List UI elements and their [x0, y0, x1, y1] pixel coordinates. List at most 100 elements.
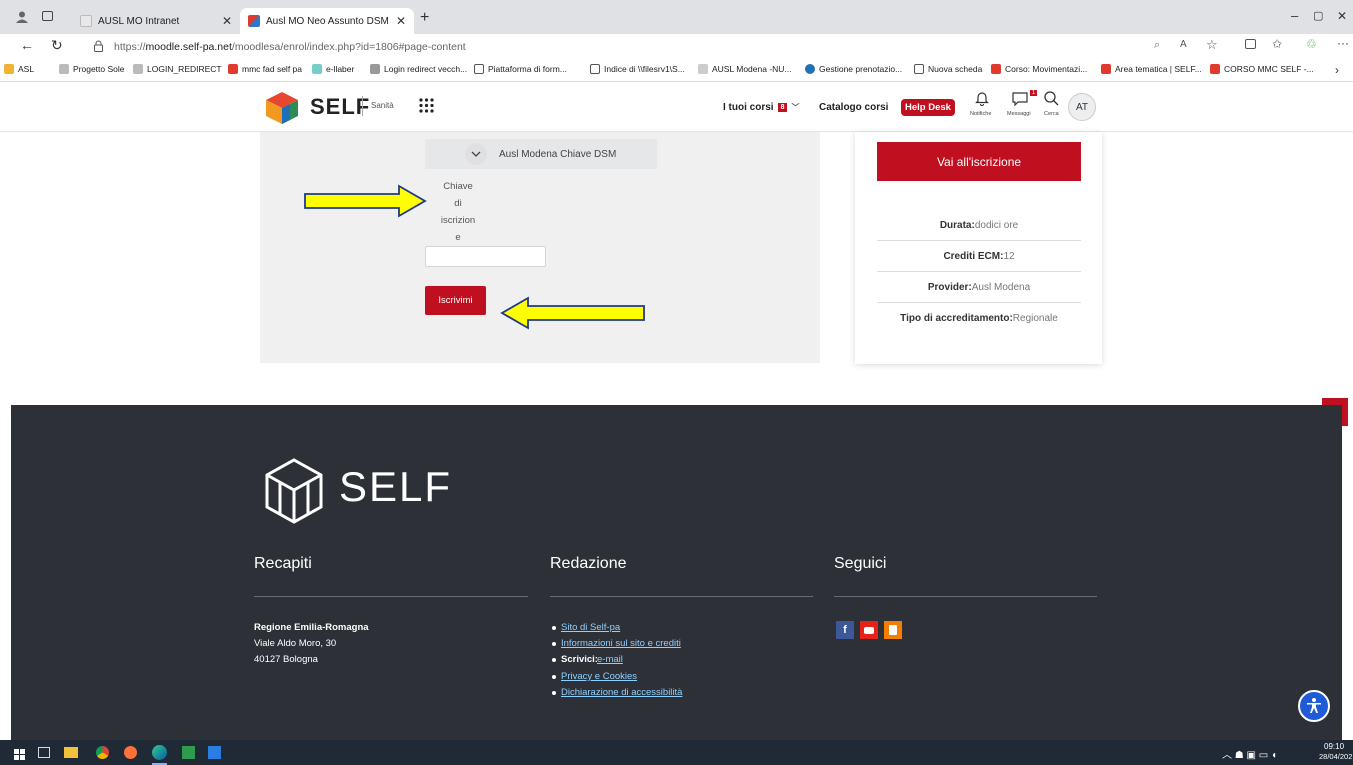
bookmark-item[interactable]: Login redirect vecch... — [370, 64, 467, 74]
chat-icon[interactable] — [1012, 92, 1030, 107]
bookmark-item[interactable]: Nuova scheda — [914, 64, 982, 74]
catalog-link[interactable]: Catalogo corsi — [819, 102, 888, 113]
star-icon[interactable]: ☆ — [1206, 37, 1218, 53]
refresh-icon[interactable]: ↻ — [51, 37, 63, 54]
search-icon[interactable] — [1043, 90, 1059, 106]
start-icon[interactable] — [14, 747, 25, 760]
favorites-icon[interactable]: ✩ — [1272, 37, 1282, 51]
tab-ausl-intranet[interactable]: AUSL MO Intranet ✕ — [72, 8, 240, 34]
enrol-method-title: Ausl Modena Chiave DSM — [499, 148, 617, 160]
bookmark-item[interactable]: Piattaforma di form... — [474, 64, 567, 74]
bookmark-item[interactable]: Area tematica | SELF... — [1101, 64, 1202, 74]
bookmark-item[interactable]: Gestione prenotazio... — [805, 64, 902, 74]
bookmark-item[interactable]: Progetto Sole — [59, 64, 125, 74]
back-icon[interactable]: ← — [20, 37, 34, 53]
enrol-submit-button[interactable]: Iscrivimi — [425, 286, 486, 315]
browser-tab-strip: AUSL MO Intranet ✕ Ausl MO Neo Assunto D… — [0, 0, 1353, 34]
tab-manager-icon[interactable] — [42, 11, 53, 21]
apps-grid-icon[interactable] — [419, 98, 434, 113]
close-window-icon[interactable]: ✕ — [1337, 9, 1347, 23]
blog-icon[interactable] — [884, 621, 902, 639]
tab-self-course[interactable]: Ausl MO Neo Assunto DSM BASE ✕ — [240, 8, 414, 34]
bullet — [552, 675, 556, 679]
divider — [834, 596, 1097, 597]
tab-title: AUSL MO Intranet — [98, 15, 180, 27]
messages-label: Messaggi — [1007, 111, 1031, 117]
footer-brand: SELF — [339, 463, 453, 510]
self-favicon-icon — [228, 64, 238, 74]
link-icon — [312, 64, 322, 74]
divider — [254, 596, 528, 597]
split-icon[interactable] — [1245, 39, 1256, 49]
url-field[interactable]: https://moodle.self-pa.net/moodlesa/enro… — [84, 36, 1144, 58]
bookmark-item[interactable]: ASL — [4, 64, 34, 74]
self-favicon-icon — [248, 15, 260, 27]
url-path: /moodlesa/enrol/index.php?id=1806#page-c… — [231, 41, 466, 53]
accessibility-icon[interactable] — [1298, 690, 1330, 722]
bookmark-item[interactable]: mmc fad self pa — [228, 64, 302, 74]
self-favicon-icon — [1210, 64, 1220, 74]
bullet — [552, 658, 556, 662]
course-detail-row: Durata:dodici ore — [877, 210, 1081, 241]
footer-link-email[interactable]: e-mail — [597, 654, 623, 665]
footer-link-self-pa[interactable]: Sito di Self-pa — [561, 622, 620, 633]
bell-icon[interactable] — [975, 90, 989, 106]
go-to-enrol-button[interactable]: Vai all'iscrizione — [877, 142, 1081, 181]
bookmark-item[interactable]: AUSL Modena -NU... — [698, 64, 792, 74]
chevron-down-icon: ﹀ — [791, 103, 800, 112]
self-logo-icon[interactable] — [264, 90, 300, 126]
intranet-favicon-icon — [80, 15, 92, 27]
system-tray-icons[interactable]: ︿ ☗ ▣ ▭ ◖ — [1222, 746, 1277, 761]
extensions-icon[interactable]: ♲ — [1306, 37, 1317, 51]
self-footer-logo-icon — [264, 457, 324, 525]
logo-divider — [362, 96, 363, 116]
avatar[interactable]: AT — [1068, 93, 1096, 121]
my-courses-menu[interactable]: I tuoi corsi 8 ﹀ — [723, 102, 799, 113]
url-host: moodle.self-pa.net — [145, 41, 232, 53]
footer-link-info[interactable]: Informazioni sul sito e crediti — [561, 638, 681, 649]
follow-heading: Seguici — [834, 555, 887, 572]
task-view-icon[interactable] — [38, 747, 50, 758]
file-explorer-icon[interactable] — [64, 747, 78, 758]
bookmark-item[interactable]: Corso: Movimentazi... — [991, 64, 1087, 74]
chrome-icon[interactable] — [96, 746, 109, 759]
link-icon — [698, 64, 708, 74]
bullet — [552, 626, 556, 630]
app-icon[interactable] — [208, 746, 221, 759]
bookmark-item[interactable]: Indice di \\filesrv1\S... — [590, 64, 685, 74]
close-tab-icon[interactable]: ✕ — [396, 14, 406, 28]
footer-link-privacy[interactable]: Privacy e Cookies — [561, 671, 637, 682]
page-icon — [474, 64, 484, 74]
my-courses-label: I tuoi corsi — [723, 102, 774, 113]
zoom-icon[interactable]: ⌕ — [1154, 39, 1160, 52]
course-info-card: Vai all'iscrizione Durata:dodici ore Cre… — [855, 132, 1102, 364]
app-icon[interactable] — [182, 746, 195, 759]
firefox-icon[interactable] — [124, 746, 137, 759]
bookmark-item[interactable]: e-llaber — [312, 64, 354, 74]
write-us-label: Scrivici: — [561, 654, 598, 665]
read-aloud-icon[interactable]: A — [1180, 39, 1187, 50]
facebook-icon[interactable]: f — [836, 621, 854, 639]
youtube-icon[interactable] — [860, 621, 878, 639]
search-label: Cerca — [1044, 111, 1059, 117]
more-bookmarks-icon[interactable]: › — [1335, 63, 1339, 77]
restore-icon[interactable]: ▢ — [1313, 9, 1323, 22]
helpdesk-button[interactable]: Help Desk — [901, 99, 955, 116]
link-icon — [370, 64, 380, 74]
clock-date[interactable]: 28/04/202 — [1319, 752, 1352, 761]
contacts-city: 40127 Bologna — [254, 654, 318, 665]
enrol-method-header[interactable]: Ausl Modena Chiave DSM — [425, 139, 657, 169]
enrol-key-input[interactable] — [425, 246, 546, 267]
footer-link-accessibility[interactable]: Dichiarazione di accessibilità — [561, 687, 682, 698]
bookmark-item[interactable]: LOGIN_REDIRECT — [133, 64, 222, 74]
bookmark-item[interactable]: CORSO MMC SELF -... — [1210, 64, 1314, 74]
minimize-icon[interactable]: – — [1291, 8, 1298, 23]
contacts-street: Viale Aldo Moro, 30 — [254, 638, 337, 649]
close-tab-icon[interactable]: ✕ — [222, 14, 232, 28]
more-icon[interactable]: ··· — [1337, 36, 1349, 50]
new-tab-button[interactable]: + — [420, 9, 429, 27]
clock-time[interactable]: 09:10 — [1324, 742, 1344, 751]
user-icon[interactable] — [16, 10, 28, 23]
lock-icon — [94, 40, 103, 52]
edge-icon[interactable] — [152, 745, 167, 760]
